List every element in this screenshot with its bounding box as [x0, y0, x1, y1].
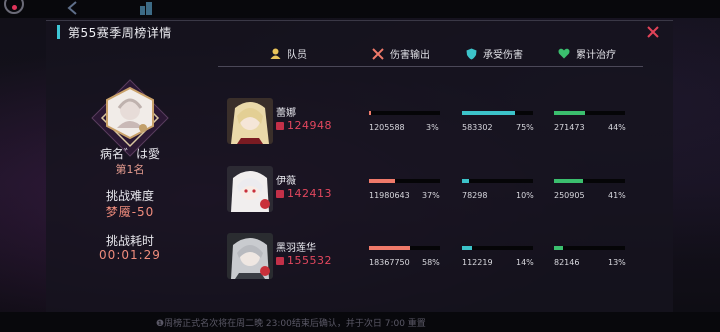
back-arrow-icon[interactable] — [66, 1, 78, 15]
damage-percent: 58% — [422, 258, 440, 267]
shield-icon — [466, 48, 477, 59]
heal-bar — [554, 246, 625, 250]
header-taken-label: 承受伤害 — [483, 50, 523, 61]
taken-percent: 10% — [516, 191, 534, 200]
user-icon — [270, 48, 281, 59]
taken-bar-fill — [462, 179, 470, 183]
header-damage: 伤害输出 — [372, 46, 430, 61]
heal-bar-fill — [554, 246, 564, 250]
member-score: 142413 — [276, 187, 332, 200]
player-name: 病名゛は愛 — [99, 147, 160, 161]
member-name: 伊薇 — [276, 176, 296, 187]
header-heal: 累计治疗 — [558, 46, 616, 61]
panel-title: 第55赛季周榜详情 — [68, 26, 172, 40]
member-score-value: 124948 — [287, 119, 332, 132]
player-rank: 第1名 — [115, 163, 145, 176]
damage-bar-fill — [369, 246, 411, 250]
reset-notice: ❶周榜正式名次将在周二晚 23:00结束后确认，并于次日 7:00 重置 — [156, 319, 426, 329]
player-avatar[interactable] — [103, 86, 157, 140]
taken-value: 78298 — [462, 191, 488, 200]
damage-percent: 3% — [426, 123, 439, 132]
heal-percent: 41% — [608, 191, 626, 200]
heal-percent: 44% — [608, 123, 626, 132]
member-name: 蕾娜 — [276, 108, 296, 119]
taken-bar — [462, 111, 533, 115]
title-accent-bar — [57, 25, 60, 39]
score-icon — [276, 256, 284, 265]
member-name: 黑羽莲华 — [276, 243, 316, 254]
damage-value: 1205588 — [369, 123, 405, 132]
member-score: 155532 — [276, 254, 332, 267]
damage-bar-fill — [369, 179, 396, 183]
top-toolbar — [0, 0, 720, 18]
taken-bar — [462, 179, 533, 183]
header-member: 队员 — [270, 46, 307, 61]
heal-bar-fill — [554, 111, 586, 115]
header-heal-label: 累计治疗 — [576, 50, 616, 61]
damage-bar — [369, 111, 440, 115]
member-portrait — [227, 233, 273, 279]
difficulty-value: 梦魇-50 — [105, 205, 155, 219]
damage-percent: 37% — [422, 191, 440, 200]
header-divider — [218, 66, 643, 67]
notification-dot-icon — [12, 5, 17, 10]
taken-bar-fill — [462, 111, 516, 115]
taken-bar — [462, 246, 533, 250]
score-icon — [276, 189, 284, 198]
heal-bar-fill — [554, 179, 584, 183]
damage-value: 11980643 — [369, 191, 410, 200]
member-score-value: 155532 — [287, 254, 332, 267]
header-member-label: 队员 — [287, 50, 307, 61]
damage-bar — [369, 179, 440, 183]
taken-percent: 75% — [516, 123, 534, 132]
member-row[interactable]: 黑羽莲华 155532 18367750 58% 112219 14% 8214… — [216, 233, 646, 295]
taken-value: 112219 — [462, 258, 493, 267]
heart-icon — [558, 48, 570, 59]
heal-bar — [554, 179, 625, 183]
close-icon[interactable] — [646, 25, 660, 39]
member-score-value: 142413 — [287, 187, 332, 200]
member-row[interactable]: 伊薇 142413 11980643 37% 78298 10% 250905 … — [216, 166, 646, 228]
crossed-swords-icon — [372, 47, 384, 60]
header-taken: 承受伤害 — [466, 46, 523, 61]
member-score: 124948 — [276, 119, 332, 132]
damage-bar — [369, 246, 440, 250]
taken-bar-fill — [462, 246, 472, 250]
damage-value: 18367750 — [369, 258, 410, 267]
damage-bar-fill — [369, 111, 372, 115]
base-building-icon[interactable] — [138, 0, 154, 16]
heal-value: 250905 — [554, 191, 585, 200]
time-value: 00:01:29 — [99, 248, 161, 262]
score-icon — [276, 121, 284, 130]
member-portrait — [227, 166, 273, 212]
taken-value: 583302 — [462, 123, 493, 132]
heal-value: 82146 — [554, 258, 580, 267]
member-portrait — [227, 98, 273, 144]
taken-percent: 14% — [516, 258, 534, 267]
heal-bar — [554, 111, 625, 115]
heal-percent: 13% — [608, 258, 626, 267]
time-label: 挑战耗时 — [105, 234, 154, 248]
header-damage-label: 伤害输出 — [390, 50, 430, 61]
difficulty-label: 挑战难度 — [105, 189, 154, 203]
member-row[interactable]: 蕾娜 124948 1205588 3% 583302 75% 271473 4… — [216, 98, 646, 160]
heal-value: 271473 — [554, 123, 585, 132]
